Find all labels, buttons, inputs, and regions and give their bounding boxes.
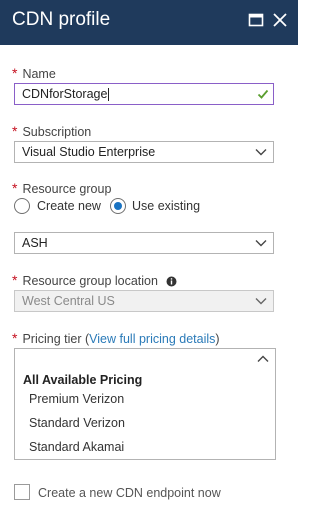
resource-group-select[interactable]: ASH <box>14 232 274 254</box>
required-marker: * <box>12 330 18 346</box>
use-existing-radio[interactable] <box>110 198 126 214</box>
pricing-tier-select[interactable] <box>14 348 276 370</box>
checkmark-icon <box>257 89 269 99</box>
blade-title: CDN profile <box>12 9 111 30</box>
subscription-value: Visual Studio Enterprise <box>22 145 156 159</box>
name-input[interactable]: CDNforStorage <box>14 83 274 105</box>
subscription-label: * Subscription <box>12 123 92 139</box>
chevron-up-icon <box>257 355 269 362</box>
text-caret <box>108 88 110 102</box>
dropdown-option-standard-verizon[interactable]: Standard Verizon <box>15 413 275 435</box>
required-marker: * <box>12 65 18 81</box>
resource-group-value: ASH <box>22 236 48 250</box>
resource-group-label: * Resource group <box>12 180 112 196</box>
chevron-down-icon <box>255 149 267 156</box>
pricing-tier-label: * Pricing tier (View full pricing details… <box>12 330 220 346</box>
resource-group-location-label: * Resource group location <box>12 272 177 288</box>
name-label: * Name <box>12 65 56 81</box>
blade-header: CDN profile <box>0 0 298 45</box>
dropdown-option-premium-verizon[interactable]: Premium Verizon <box>15 389 275 411</box>
required-marker: * <box>12 123 18 139</box>
required-marker: * <box>12 272 18 288</box>
view-pricing-link[interactable]: View full pricing details <box>89 332 215 346</box>
chevron-down-icon <box>255 298 267 305</box>
resource-group-location-select: West Central US <box>14 290 274 312</box>
required-marker: * <box>12 180 18 196</box>
dropdown-group-header: All Available Pricing <box>23 373 143 387</box>
create-new-label[interactable]: Create new <box>37 199 101 213</box>
maximize-icon[interactable] <box>248 12 264 28</box>
chevron-down-icon <box>255 240 267 247</box>
create-new-radio[interactable] <box>14 198 30 214</box>
dropdown-option-standard-akamai[interactable]: Standard Akamai <box>15 437 275 459</box>
create-endpoint-label[interactable]: Create a new CDN endpoint now <box>38 486 221 500</box>
close-icon[interactable] <box>272 12 288 28</box>
create-endpoint-checkbox[interactable] <box>14 484 30 500</box>
subscription-select[interactable]: Visual Studio Enterprise <box>14 141 274 163</box>
name-input-value: CDNforStorage <box>22 87 108 101</box>
info-icon[interactable] <box>166 276 177 287</box>
paren-close: ) <box>215 332 220 346</box>
pricing-tier-dropdown: All Available Pricing Premium Verizon St… <box>14 368 276 460</box>
location-value: West Central US <box>22 294 115 308</box>
use-existing-label[interactable]: Use existing <box>132 199 200 213</box>
